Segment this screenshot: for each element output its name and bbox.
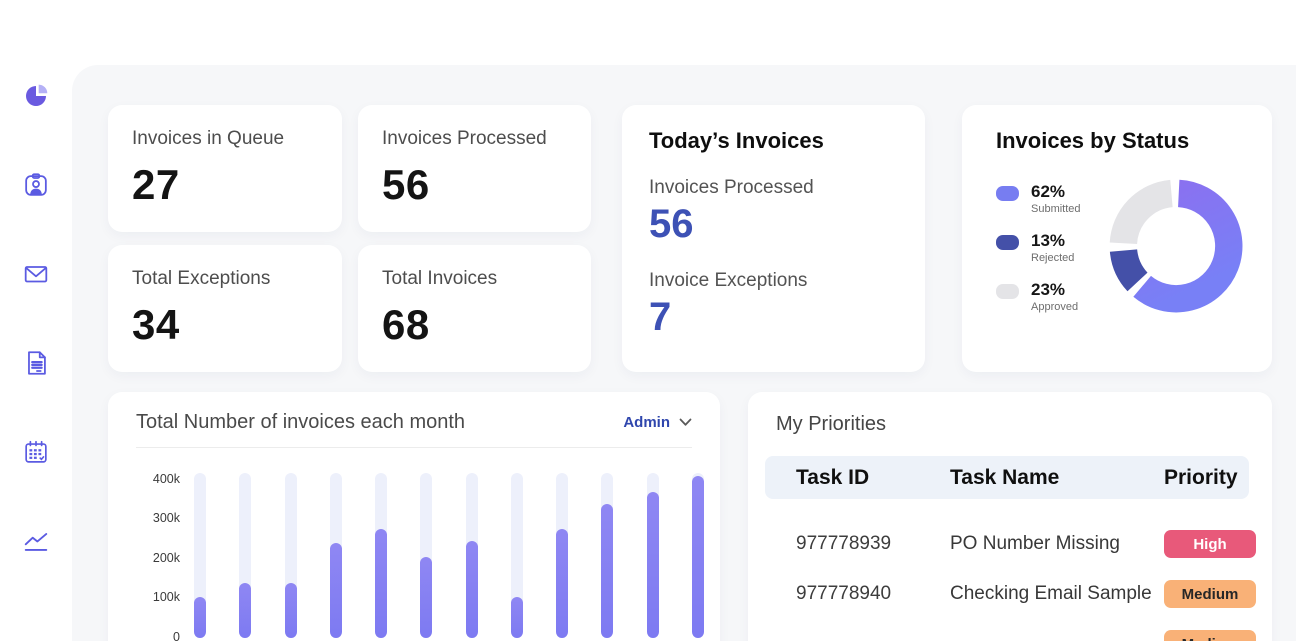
stat-value: 27 <box>132 161 342 209</box>
table-row: Medium <box>776 624 1248 641</box>
sidebar <box>0 0 72 641</box>
bar-month-8 <box>511 597 523 638</box>
card-divider <box>136 447 692 448</box>
bar-month-3 <box>285 583 297 638</box>
priority-badge: High <box>1164 530 1256 558</box>
bar-track <box>375 473 387 638</box>
bar-track <box>692 473 704 638</box>
bar-track <box>466 473 478 638</box>
today-item-value: 7 <box>649 295 925 340</box>
donut-slice-approved <box>1123 194 1171 244</box>
task-name-cell: Checking Email Sample <box>950 583 1164 605</box>
column-header-task-id: Task ID <box>796 466 950 490</box>
y-tick: 400k <box>153 472 180 486</box>
task-name-cell: PO Number Missing <box>950 533 1164 555</box>
legend-swatch <box>996 186 1019 201</box>
stat-card-invoices-processed: Invoices Processed 56 <box>358 105 591 232</box>
bar-track <box>239 473 251 638</box>
stat-value: 68 <box>382 301 591 349</box>
table-row: 977778939 PO Number Missing High <box>776 524 1248 564</box>
bar-track <box>194 473 206 638</box>
legend-percent: 23% <box>1031 280 1078 300</box>
bar-month-4 <box>330 543 342 638</box>
stat-card-total-exceptions: Total Exceptions 34 <box>108 245 342 372</box>
stat-card-invoices-in-queue: Invoices in Queue 27 <box>108 105 342 232</box>
sidebar-item-calendar[interactable] <box>20 436 52 468</box>
donut-chart <box>1100 170 1252 329</box>
bar-month-7 <box>466 541 478 638</box>
y-tick: 200k <box>153 551 180 565</box>
legend-label: Rejected <box>1031 252 1074 264</box>
sidebar-item-analytics[interactable] <box>20 525 52 557</box>
dashboard-panel: Invoices in Queue 27 Invoices Processed … <box>72 65 1296 641</box>
bar-month-9 <box>556 529 568 638</box>
todays-invoices-card: Today’s Invoices Invoices Processed 56 I… <box>622 105 925 372</box>
bar-month-1 <box>194 597 206 638</box>
bar-track <box>420 473 432 638</box>
donut-legend: 62% Submitted 13% Rejected <box>996 182 1100 329</box>
stat-cards-grid: Invoices in Queue 27 Invoices Processed … <box>108 105 591 372</box>
bar-month-2 <box>239 583 251 638</box>
table-header: Task ID Task Name Priority <box>765 456 1249 499</box>
my-priorities-title: My Priorities <box>776 413 1248 436</box>
bar-month-11 <box>647 492 659 638</box>
invoices-by-status-title: Invoices by Status <box>996 128 1272 154</box>
bar-month-6 <box>420 557 432 638</box>
sidebar-item-documents[interactable] <box>20 347 52 379</box>
bar-track <box>511 473 523 638</box>
sidebar-item-contacts[interactable] <box>20 169 52 201</box>
stat-label: Invoices in Queue <box>132 128 342 150</box>
legend-swatch <box>996 235 1019 250</box>
legend-item-submitted: 62% Submitted <box>996 182 1100 215</box>
bar-track <box>285 473 297 638</box>
bar-month-10 <box>601 504 613 638</box>
priority-badge: Medium <box>1164 630 1256 641</box>
legend-percent: 13% <box>1031 231 1074 251</box>
task-id-cell: 977778940 <box>796 583 950 605</box>
legend-label: Approved <box>1031 301 1078 313</box>
y-tick: 0 <box>173 630 180 641</box>
bar-month-12 <box>692 476 704 638</box>
bar-track <box>647 473 659 638</box>
today-item-value: 56 <box>649 202 925 247</box>
column-header-task-name: Task Name <box>950 466 1164 490</box>
task-id-cell: 977778939 <box>796 533 950 555</box>
donut-slice-rejected <box>1124 251 1138 282</box>
stat-label: Total Invoices <box>382 268 591 290</box>
stat-value: 56 <box>382 161 591 209</box>
bar-track <box>556 473 568 638</box>
bar-chart-title: Total Number of invoices each month <box>136 411 465 434</box>
column-header-priority: Priority <box>1164 466 1249 490</box>
stat-label: Invoices Processed <box>382 128 591 150</box>
legend-item-rejected: 13% Rejected <box>996 231 1100 264</box>
bar-chart: 400k 300k 200k 100k 0 <box>136 473 692 641</box>
y-tick: 300k <box>153 511 180 525</box>
sidebar-item-mail[interactable] <box>20 258 52 290</box>
admin-dropdown[interactable]: Admin <box>623 414 692 431</box>
legend-item-approved: 23% Approved <box>996 280 1100 313</box>
app-logo-pie-chart-icon <box>20 80 52 112</box>
today-item-label: Invoice Exceptions <box>649 270 925 292</box>
stat-label: Total Exceptions <box>132 268 342 290</box>
todays-invoices-title: Today’s Invoices <box>649 128 925 154</box>
y-tick: 100k <box>153 590 180 604</box>
admin-dropdown-label: Admin <box>623 414 670 431</box>
priority-badge: Medium <box>1164 580 1256 608</box>
legend-swatch <box>996 284 1019 299</box>
stat-card-total-invoices: Total Invoices 68 <box>358 245 591 372</box>
legend-label: Submitted <box>1031 203 1081 215</box>
y-axis: 400k 300k 200k 100k 0 <box>136 473 180 638</box>
my-priorities-card: My Priorities Task ID Task Name Priority… <box>748 392 1272 641</box>
today-item-label: Invoices Processed <box>649 177 925 199</box>
chevron-down-icon <box>679 418 692 427</box>
bar-track <box>330 473 342 638</box>
stat-value: 34 <box>132 301 342 349</box>
bar-track <box>601 473 613 638</box>
table-row: 977778940 Checking Email Sample Medium <box>776 574 1248 614</box>
bar-month-5 <box>375 529 387 638</box>
invoices-by-status-card: Invoices by Status 62% Submitted 13% <box>962 105 1272 372</box>
legend-percent: 62% <box>1031 182 1081 202</box>
monthly-invoices-chart-card: Total Number of invoices each month Admi… <box>108 392 720 641</box>
bar-plot-area <box>194 473 704 638</box>
